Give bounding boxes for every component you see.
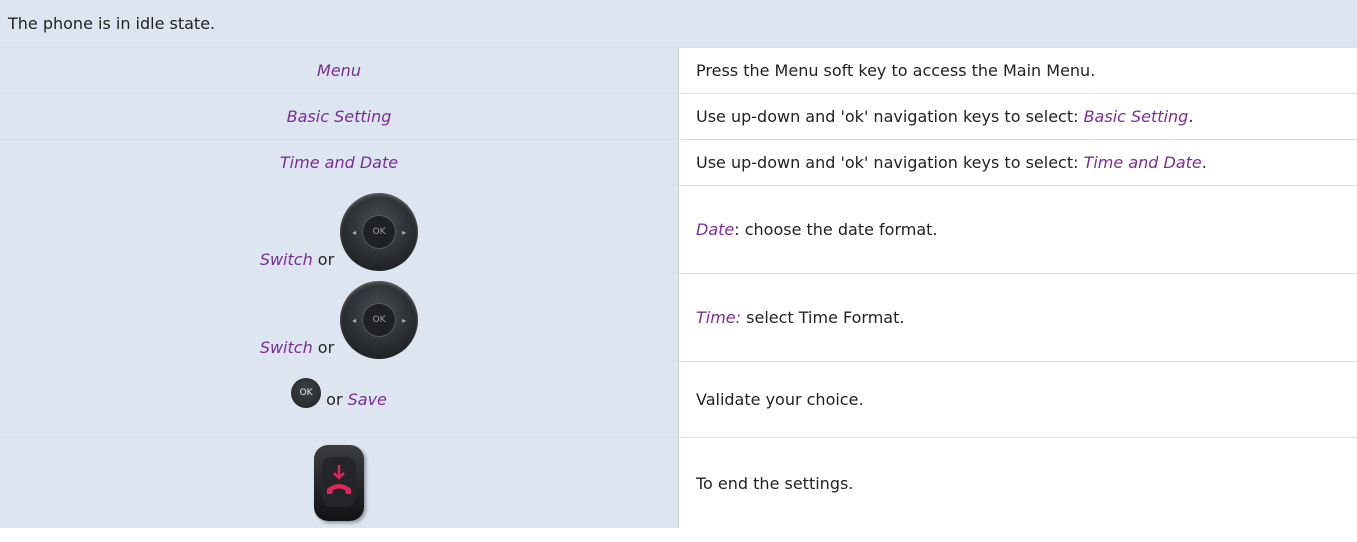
description-cell: Validate your choice. <box>678 361 1357 438</box>
step-row-save: OK or Save Validate your choice. <box>0 361 1357 438</box>
ok-key-icon: OK <box>291 378 322 408</box>
or-text: or <box>321 390 348 409</box>
step-row-menu: Menu Press the Menu soft key to access t… <box>0 47 1357 94</box>
description-cell: Time: select Time Format. <box>678 273 1357 362</box>
or-text: or <box>312 337 335 357</box>
left-arrow-icon: ◂ <box>352 227 357 237</box>
left-arrow-icon: ◂ <box>352 315 357 325</box>
description-cell: Date: choose the date format. <box>678 185 1357 274</box>
switch-softkey-label: Switch <box>259 249 313 269</box>
menu-softkey-label: Menu <box>317 61 361 80</box>
description-cell: Press the Menu soft key to access the Ma… <box>678 47 1357 94</box>
header-row: The phone is in idle state. <box>0 0 1357 48</box>
ok-center-label: OK <box>363 303 396 336</box>
description-cell: Use up-down and 'ok' navigation keys to … <box>678 93 1357 140</box>
description-cell: Use up-down and 'ok' navigation keys to … <box>678 139 1357 186</box>
action-cell: Menu <box>0 47 679 94</box>
step-row-time: Switch or ◂ OK ▸ Time: select Time Format. <box>0 273 1357 362</box>
procedure-table: The phone is in idle state. Menu Press t… <box>0 0 1357 528</box>
action-cell: Basic Setting <box>0 93 679 140</box>
navigation-key-icon: ◂ OK ▸ <box>340 192 419 271</box>
switch-action: Switch or ◂ OK ▸ <box>259 277 419 359</box>
header-cell: The phone is in idle state. <box>0 0 1357 48</box>
ok-center-label: OK <box>363 215 396 248</box>
description-cell: To end the settings. <box>696 473 854 493</box>
step-row-time-and-date: Time and Date Use up-down and 'ok' navig… <box>0 139 1357 186</box>
step-row-date: Switch or ◂ OK ▸ Date: choose the date form… <box>0 185 1357 274</box>
action-cell: OK or Save <box>0 361 679 438</box>
hang-up-glyph-icon <box>327 465 351 494</box>
description-text: : choose the date format. <box>734 220 938 239</box>
right-arrow-icon: ▸ <box>402 315 407 325</box>
step-row-end: To end the settings. <box>0 437 1357 528</box>
description-suffix: . <box>1201 153 1207 172</box>
description-emphasis: Time and Date <box>1083 153 1202 172</box>
step-row-basic-setting: Basic Setting Use up-down and 'ok' navig… <box>0 93 1357 140</box>
save-softkey-label: Save <box>347 390 387 409</box>
description-emphasis: Basic Setting <box>1083 107 1189 126</box>
description-text: Use up-down and 'ok' navigation keys to … <box>696 153 1084 172</box>
or-text: or <box>312 249 335 269</box>
switch-softkey-label: Switch <box>259 337 313 357</box>
description-text: Use up-down and 'ok' navigation keys to … <box>696 107 1084 126</box>
time-and-date-label: Time and Date <box>279 153 399 172</box>
navigation-key-icon: ◂ OK ▸ <box>340 280 419 359</box>
end-call-key-icon <box>314 445 364 521</box>
switch-action: Switch or ◂ OK ▸ <box>259 189 419 271</box>
basic-setting-label: Basic Setting <box>286 107 392 126</box>
description-suffix: . <box>1188 107 1194 126</box>
description-text: select Time Format. <box>741 308 905 327</box>
right-arrow-icon: ▸ <box>402 227 407 237</box>
description-emphasis: Time: <box>696 308 742 327</box>
action-cell: Switch or ◂ OK ▸ <box>0 185 679 274</box>
action-cell: Switch or ◂ OK ▸ <box>0 273 679 362</box>
description-emphasis: Date <box>696 220 735 239</box>
action-cell: Time and Date <box>0 139 679 186</box>
action-cell <box>0 437 679 528</box>
